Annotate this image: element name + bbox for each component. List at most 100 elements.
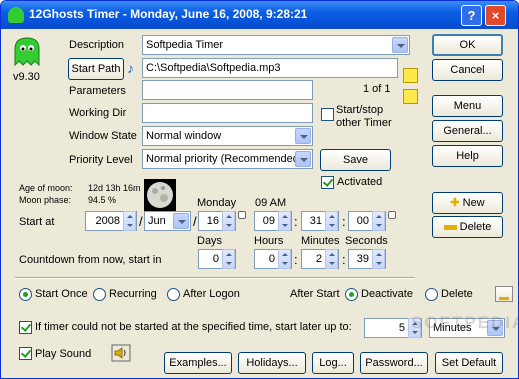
seconds-header: Seconds	[345, 235, 388, 247]
hour-spinner[interactable]	[278, 211, 291, 231]
plus-icon: ✚	[450, 197, 460, 209]
after-logon-label: After Logon	[183, 288, 240, 300]
activated-checkbox[interactable]	[321, 176, 334, 189]
recurring-radio[interactable]	[93, 288, 106, 301]
window-state-select[interactable]: Normal window	[142, 126, 313, 146]
second-value: 00	[356, 215, 369, 227]
ghost-logo-icon	[14, 37, 40, 67]
tray-icon	[499, 297, 509, 300]
countdown-hours-value: 0	[268, 253, 275, 265]
time-separator-2: :	[342, 214, 346, 229]
examples-button[interactable]: Examples...	[164, 352, 232, 374]
password-button[interactable]: Password...	[360, 352, 428, 374]
day-spinner[interactable]	[222, 211, 235, 231]
title-close-button[interactable]: ×	[485, 5, 506, 26]
play-sound-checkbox[interactable]	[19, 347, 32, 360]
minute-value: 31	[309, 215, 322, 227]
deactivate-radio[interactable]	[345, 288, 358, 301]
second-spinner[interactable]	[372, 211, 385, 231]
page-counter: 1 of 1	[363, 83, 391, 95]
hour-value: 09	[262, 215, 275, 227]
time-toggle[interactable]	[388, 211, 396, 219]
description-combo[interactable]: Softpedia Timer	[142, 35, 410, 55]
day-toggle[interactable]	[238, 211, 246, 219]
month-value: Jun	[148, 215, 166, 227]
divider	[15, 277, 415, 279]
help-button[interactable]: Help	[432, 145, 503, 167]
start-later-label: If timer could not be started at the spe…	[35, 321, 352, 333]
hour-header-label: 09 AM	[255, 197, 287, 209]
version-label: v9.30	[13, 71, 40, 83]
moon-phase-value: 94.5 %	[88, 195, 117, 205]
date-separator-2: /	[193, 214, 197, 229]
ghost-app-icon	[8, 7, 24, 23]
countdown-seconds-value: 39	[356, 253, 369, 265]
countdown-minutes-spinner[interactable]	[325, 249, 338, 269]
moon-icon	[144, 179, 176, 211]
working-dir-field[interactable]	[142, 103, 313, 123]
moon-phase-label: Moon phase:	[19, 195, 72, 205]
year-value: 2008	[95, 215, 120, 227]
arrow-down-icon[interactable]	[403, 89, 418, 104]
after-logon-radio[interactable]	[167, 288, 180, 301]
after-start-label: After Start	[290, 288, 340, 300]
hours-header: Hours	[254, 235, 284, 247]
chevron-down-icon[interactable]	[295, 128, 311, 144]
date-separator-1: /	[139, 214, 143, 229]
time-separator-1: :	[294, 214, 298, 229]
new-button[interactable]: ✚ New	[432, 192, 503, 214]
chevron-down-icon[interactable]	[392, 37, 408, 53]
start-once-label: Start Once	[35, 288, 88, 300]
startstop-label-line1: Start/stop	[336, 104, 384, 116]
start-at-label: Start at	[19, 216, 55, 228]
start-later-checkbox[interactable]	[19, 321, 32, 334]
start-path-button[interactable]: Start Path	[68, 58, 124, 80]
description-label: Description	[69, 39, 125, 51]
countdown-hours-spinner[interactable]	[278, 249, 291, 269]
holidays-button[interactable]: Holidays...	[238, 352, 306, 374]
deactivate-label: Deactivate	[361, 288, 413, 300]
year-spinner[interactable]	[123, 211, 136, 231]
weekday-label: Monday	[197, 197, 237, 209]
start-path-field[interactable]: C:\Softpedia\Softpedia.mp3	[142, 58, 398, 78]
delete-button-label: Delete	[459, 221, 492, 233]
chevron-down-icon[interactable]	[295, 151, 311, 167]
month-select[interactable]: Jun	[144, 211, 191, 231]
delete-button[interactable]: Delete	[432, 216, 503, 238]
ok-button[interactable]: OK	[432, 34, 503, 56]
minutes-header: Minutes	[301, 235, 340, 247]
minus-icon	[443, 224, 457, 230]
priority-value: Normal priority (Recommended	[146, 153, 299, 165]
moon-age-value: 12d 13h 16m	[88, 183, 141, 193]
delete-after-label: Delete	[441, 288, 473, 300]
parameters-label: Parameters	[69, 85, 126, 97]
log-button[interactable]: Log...	[312, 352, 354, 374]
days-header: Days	[197, 235, 223, 247]
parameters-field[interactable]	[142, 80, 313, 100]
minimize-tray-button[interactable]	[495, 286, 513, 302]
countdown-days-spinner[interactable]	[222, 249, 235, 269]
timer-window: 12Ghosts Timer - Monday, June 16, 2008, …	[0, 0, 519, 379]
minute-spinner[interactable]	[325, 211, 338, 231]
general-button[interactable]: General...	[432, 120, 503, 142]
startstop-checkbox[interactable]	[321, 108, 334, 121]
arrow-right-icon[interactable]	[403, 68, 418, 83]
countdown-separator-2: :	[342, 252, 346, 267]
title-help-button[interactable]: ?	[461, 5, 482, 26]
start-once-radio[interactable]	[19, 288, 32, 301]
day-value: 16	[206, 215, 219, 227]
chevron-down-icon[interactable]	[173, 213, 189, 229]
new-button-label: New	[462, 197, 485, 209]
set-default-button[interactable]: Set Default	[435, 352, 503, 374]
cancel-button[interactable]: Cancel	[432, 59, 503, 81]
countdown-separator-1: :	[294, 252, 298, 267]
startstop-label-line2: other Timer	[336, 117, 392, 129]
activated-label: Activated	[337, 176, 383, 188]
menu-button[interactable]: Menu	[432, 95, 503, 117]
watermark: SOFTPEDIA	[411, 313, 519, 332]
save-button[interactable]: Save	[320, 149, 391, 171]
countdown-seconds-spinner[interactable]	[372, 249, 385, 269]
speaker-icon[interactable]	[111, 344, 131, 362]
delete-radio[interactable]	[425, 288, 438, 301]
priority-select[interactable]: Normal priority (Recommended	[142, 149, 313, 169]
